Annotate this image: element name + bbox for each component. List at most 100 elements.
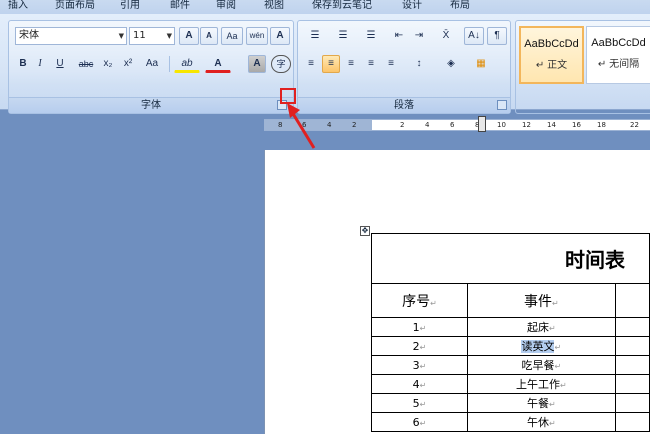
ruler-tick: 16 [572, 121, 581, 129]
table-cell[interactable]: 3↵ [370, 355, 469, 375]
tab-view[interactable]: 视图 [264, 0, 284, 14]
cell-text: 午休 [526, 416, 549, 429]
chinese-layout-button[interactable]: X̄ [432, 27, 460, 45]
tab-design[interactable]: 设计 [402, 0, 422, 14]
clear-format-button[interactable]: Aa [221, 27, 243, 45]
strikethrough-button[interactable]: abc [75, 55, 97, 73]
tab-mailings[interactable]: 邮件 [170, 0, 190, 14]
underline-button[interactable]: U [50, 55, 70, 73]
ruler-tick: 10 [497, 121, 506, 129]
ruler-tick: 6 [450, 121, 455, 129]
ruler-tick: 2 [400, 121, 405, 129]
char-border-button[interactable]: A [270, 27, 290, 45]
style-preview: AaBbCcDd [591, 37, 646, 49]
cell-text: 吃早餐 [521, 359, 555, 372]
distributed-button[interactable]: ≡ [382, 55, 400, 73]
table-cell[interactable] [614, 283, 650, 318]
table-cell[interactable]: 2↵ [370, 336, 469, 356]
borders-button[interactable]: ▦ [468, 55, 494, 73]
tab-references[interactable]: 引用 [120, 0, 140, 14]
style-normal[interactable]: AaBbCcDd ↵ 正文 [519, 26, 584, 84]
selected-cell-text[interactable]: 读英文 [521, 340, 555, 353]
align-center-button[interactable]: ≡ [322, 55, 340, 73]
table-cell[interactable]: 读英文↵ [467, 336, 616, 356]
cell-text: 5 [412, 396, 420, 410]
ruler-tick: 2 [352, 121, 357, 129]
table-cell[interactable]: 5↵ [370, 393, 469, 413]
ruler-tick: 12 [522, 121, 531, 129]
show-marks-button[interactable]: ¶ [487, 27, 507, 45]
subscript-button[interactable]: x₂ [99, 55, 117, 73]
table-cell[interactable]: 上午工作↵ [467, 374, 616, 394]
table-cell[interactable]: 午休↵ [467, 412, 616, 432]
justify-button[interactable]: ≡ [362, 55, 380, 73]
tab-page-layout[interactable]: 页面布局 [55, 0, 95, 14]
tab-save-to-cloud-note[interactable]: 保存到云笔记 [312, 0, 372, 14]
table-cell[interactable]: 午餐↵ [467, 393, 616, 413]
paragraph-group: ☰ ☰ ☰ ⇤ ⇥ X̄ A↓ ¶ ≡ ≡ ≡ ≡ ≡ ↕ ◈ ▦ 段落 [297, 20, 511, 114]
change-case-button[interactable]: Aa [140, 55, 164, 73]
highlight-button[interactable]: ab [174, 55, 200, 73]
indent-marker[interactable] [478, 116, 486, 132]
pointer-arrow-icon [287, 103, 316, 149]
table-cell[interactable] [614, 355, 650, 375]
table-cell[interactable] [614, 374, 650, 394]
superscript-button[interactable]: x² [119, 55, 137, 73]
table-cell[interactable] [614, 412, 650, 432]
shading-button[interactable]: ◈ [438, 55, 464, 73]
schedule-table[interactable]: 时间表 序号↵ 事件↵ 1↵ 起床↵ 2↵ 读英文↵ 3↵ 吃早餐↵ 4↵ 上午… [370, 233, 650, 432]
table-cell[interactable]: 吃早餐↵ [467, 355, 616, 375]
font-size-combo[interactable]: 11 ▼ [129, 27, 175, 45]
style-name: ↵ 无间隔 [597, 59, 640, 70]
increase-indent-button[interactable]: ⇥ [410, 27, 428, 45]
header-cell[interactable]: 事件↵ [467, 283, 616, 318]
table-cell[interactable] [614, 336, 650, 356]
ruler-tick: 4 [327, 121, 332, 129]
cell-text: 3 [412, 358, 420, 372]
table-row: 4↵ 上午工作↵ [370, 374, 650, 394]
style-preview: AaBbCcDd [524, 38, 579, 50]
style-no-spacing[interactable]: AaBbCcDd ↵ 无间隔 [586, 26, 650, 84]
decrease-indent-button[interactable]: ⇤ [390, 27, 408, 45]
cell-text: 2 [412, 339, 420, 353]
shrink-font-button[interactable]: A [200, 27, 218, 45]
styles-group: AaBbCcDd ↵ 正文 AaBbCcDd ↵ 无间隔 [515, 20, 650, 114]
grow-font-button[interactable]: A [179, 27, 199, 45]
table-row: 1↵ 起床↵ [370, 317, 650, 337]
horizontal-ruler[interactable]: 8 6 4 2 2 4 6 8 10 12 14 16 18 22 [264, 116, 650, 132]
ruler-tick: 8 [278, 121, 283, 129]
enclose-char-button[interactable]: 字 [271, 55, 291, 73]
table-title: 时间表 [371, 233, 650, 284]
table-header-row: 序号↵ 事件↵ [370, 283, 650, 318]
table-move-handle-icon[interactable]: ✥ [360, 226, 370, 236]
tab-insert[interactable]: 插入 [8, 0, 28, 14]
header-cell[interactable]: 序号↵ [370, 283, 469, 318]
ruler-tick: 18 [597, 121, 606, 129]
table-cell[interactable]: 起床↵ [467, 317, 616, 337]
tab-layout[interactable]: 布局 [450, 0, 470, 14]
italic-button[interactable]: I [32, 55, 48, 73]
cell-text: 4 [412, 377, 420, 391]
table-cell[interactable]: 1↵ [370, 317, 469, 337]
table-cell[interactable]: 6↵ [370, 412, 469, 432]
phonetic-guide-button[interactable]: wén [246, 27, 268, 45]
chevron-down-icon[interactable]: ▼ [167, 28, 172, 44]
bullets-button[interactable]: ☰ [302, 27, 328, 45]
font-name-combo[interactable]: 宋体 ▼ [15, 27, 127, 45]
numbering-button[interactable]: ☰ [330, 27, 356, 45]
line-spacing-button[interactable]: ↕ [406, 55, 432, 73]
ruler-tick: 14 [547, 121, 556, 129]
tab-review[interactable]: 审阅 [216, 0, 236, 14]
align-left-button[interactable]: ≡ [302, 55, 320, 73]
align-right-button[interactable]: ≡ [342, 55, 360, 73]
table-cell[interactable] [614, 317, 650, 337]
table-cell[interactable]: 4↵ [370, 374, 469, 394]
multilevel-list-button[interactable]: ☰ [358, 27, 384, 45]
chevron-down-icon[interactable]: ▼ [119, 28, 124, 44]
sort-button[interactable]: A↓ [464, 27, 484, 45]
table-cell[interactable] [614, 393, 650, 413]
paragraph-dialog-launcher-icon[interactable] [497, 100, 507, 110]
char-shading-button[interactable]: A [248, 55, 266, 73]
bold-button[interactable]: B [15, 55, 31, 73]
font-color-button[interactable]: A [205, 55, 231, 73]
